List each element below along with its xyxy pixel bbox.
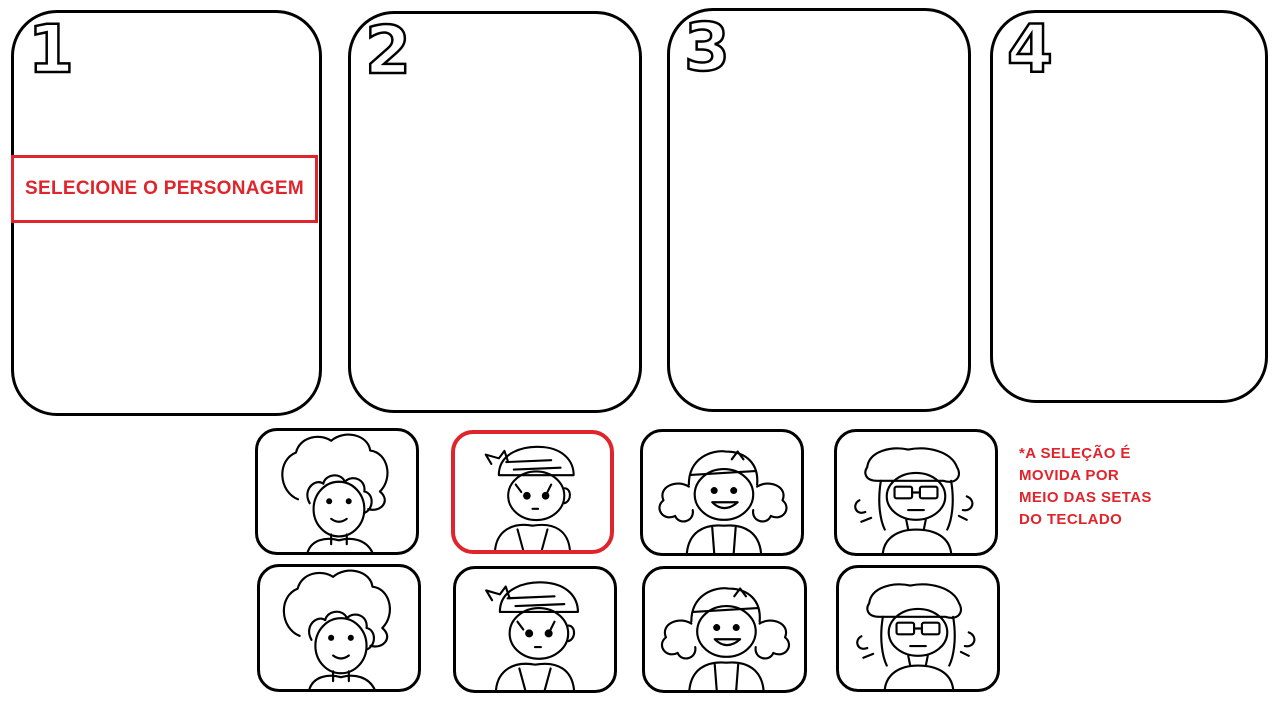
- character-card-cap-boy[interactable]: [451, 430, 614, 554]
- select-character-prompt: SELECIONE O PERSONAGEM: [11, 155, 318, 223]
- hint-line: DO TECLADO: [1019, 511, 1123, 528]
- glasses-girl-character-portrait: [856, 583, 976, 689]
- curly-hair-character-portrait: [281, 433, 389, 552]
- slot-number-1: 1: [27, 11, 75, 88]
- hint-line: MEIO DAS SETAS: [1019, 489, 1152, 506]
- cap-boy-character-portrait: [485, 581, 580, 690]
- cap-boy-character-portrait: [484, 445, 575, 550]
- character-card-cap-boy-alt[interactable]: [453, 566, 617, 693]
- slot-number-3: 3: [683, 9, 731, 86]
- hint-line: *A SELEÇÃO É: [1019, 445, 1131, 462]
- player-slot-2: 2: [348, 11, 642, 413]
- character-card-headband-girl[interactable]: [640, 429, 804, 556]
- player-slot-4: 4: [990, 10, 1268, 403]
- headband-girl-character-portrait: [660, 587, 791, 690]
- keyboard-arrows-hint: *A SELEÇÃO É MOVIDA POR MEIO DAS SETAS D…: [1019, 443, 1219, 531]
- character-card-headband-girl-alt[interactable]: [642, 566, 807, 693]
- character-card-curly-hair[interactable]: [255, 428, 419, 555]
- character-card-glasses-girl-alt[interactable]: [836, 565, 1000, 692]
- player-slot-3: 3: [667, 8, 971, 412]
- slot-number-4: 4: [1006, 11, 1054, 88]
- headband-girl-character-portrait: [658, 450, 788, 553]
- curly-hair-character-portrait: [282, 569, 391, 689]
- character-card-curly-hair-alt[interactable]: [257, 564, 421, 692]
- slot-number-2: 2: [364, 12, 412, 89]
- character-card-glasses-girl[interactable]: [834, 429, 998, 556]
- hint-line: MOVIDA POR: [1019, 467, 1120, 484]
- glasses-girl-character-portrait: [854, 447, 974, 553]
